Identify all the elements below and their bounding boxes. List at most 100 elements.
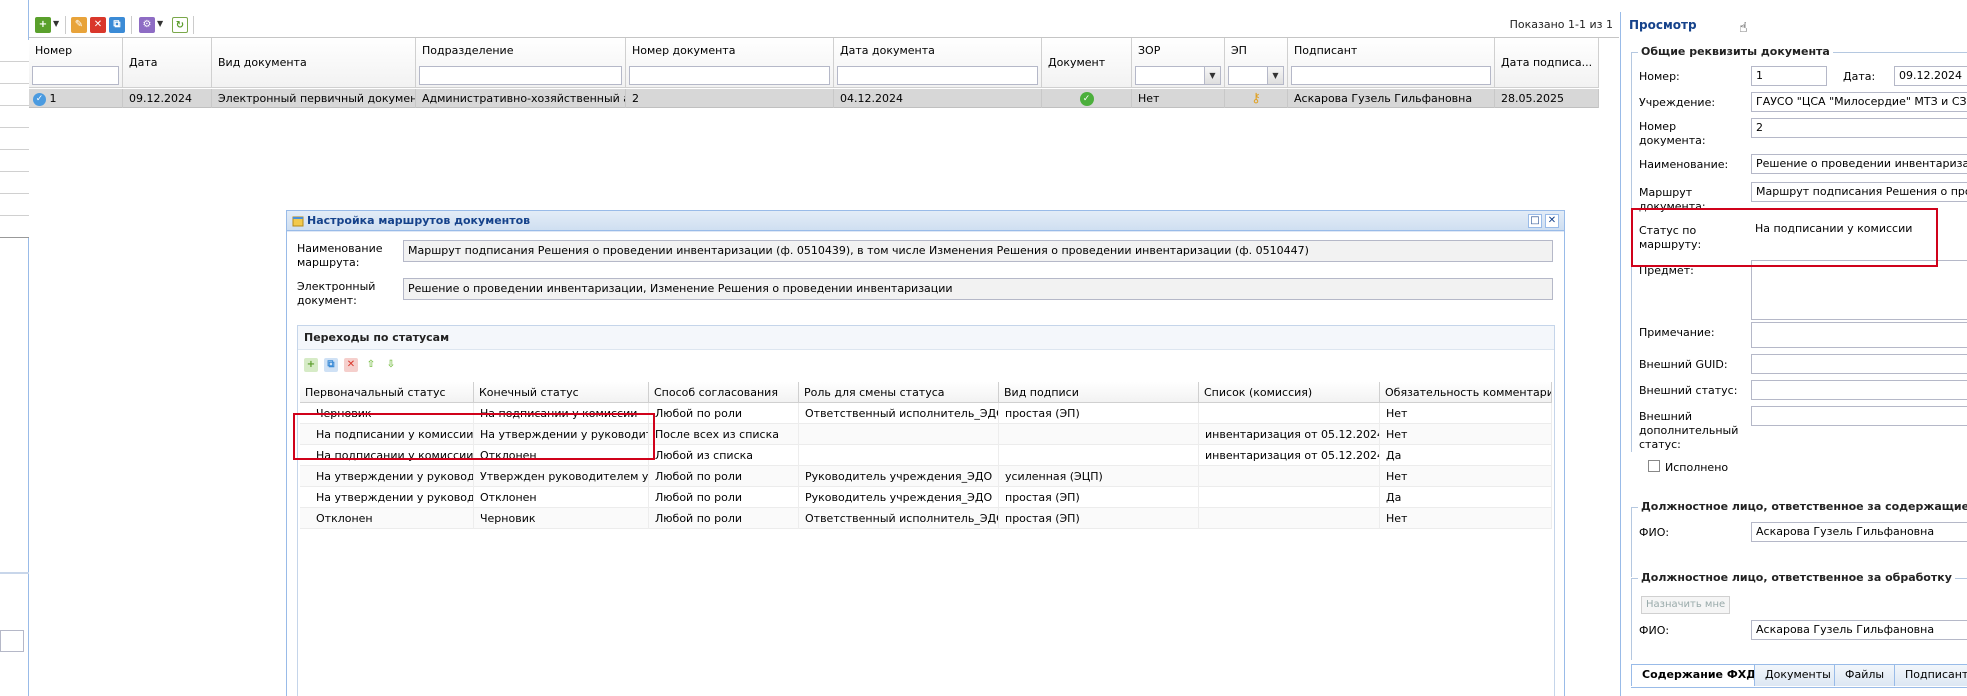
cell-sign-type: простая (ЭП) [999,508,1199,529]
column-header-ep[interactable]: ЭП ▼ [1225,38,1288,88]
tab-signers[interactable]: Подписанты [1894,664,1967,686]
tab-documents[interactable]: Документы [1754,664,1842,686]
filter-signer-input[interactable] [1291,66,1491,85]
table-row[interactable]: На утверждении у руководи... Отклонен Лю… [300,487,1552,508]
nav-search-input[interactable] [0,630,24,652]
filter-doc-number-input[interactable] [629,66,830,85]
arrow-down-icon[interactable]: ⇩ [384,358,398,372]
tab-fhd-content[interactable]: Содержание ФХД [1631,664,1768,686]
column-label: Подразделение [422,44,514,57]
nav-row[interactable] [0,216,29,238]
nav-row[interactable] [0,40,29,62]
column-header-initial-status[interactable]: Первоначальный статус [300,382,474,403]
transitions-toolbar: + ⧉ ✕ ⇧ ⇩ [298,350,1554,380]
add-icon[interactable]: + [304,358,318,372]
copy-icon[interactable]: ⧉ [109,17,125,33]
nav-row[interactable] [0,62,29,84]
maximize-icon[interactable]: □ [1528,214,1542,228]
ext-add-status-field[interactable] [1751,406,1967,426]
column-header-doc-type[interactable]: Вид документа [212,38,416,88]
check-circle-icon[interactable]: ✓ [1079,92,1094,106]
institution-label: Учреждение: [1639,96,1716,109]
cell-approval-method: Любой по роли [649,487,799,508]
close-icon[interactable]: ✕ [1545,214,1559,228]
nav-row[interactable] [0,194,29,216]
table-row[interactable]: ✓ 1 09.12.2024 Электронный первичный док… [29,89,1599,108]
left-nav-strip [0,0,29,696]
column-header-doc-date[interactable]: Дата документа [834,38,1042,88]
row-ep-cell: ⚷ [1225,89,1288,108]
note-textarea[interactable] [1751,322,1967,348]
column-header-comment-required[interactable]: Обязательность комментария [1380,382,1552,403]
table-row[interactable]: Отклонен Черновик Любой по роли Ответств… [300,508,1552,529]
edit-icon[interactable]: ✎ [71,17,87,33]
row-doc-date: 04.12.2024 [834,89,1042,108]
chevron-down-icon[interactable]: ▼ [53,19,59,28]
ext-guid-field[interactable] [1751,354,1967,374]
column-header-approval-method[interactable]: Способ согласования [649,382,799,403]
fio2-field[interactable]: Аскарова Гузель Гильфановна [1751,620,1967,640]
checked-circle-icon[interactable]: ✓ [33,92,46,106]
name-field[interactable]: Решение о проведении инвентаризации [1751,154,1967,174]
filter-ep-select[interactable]: ▼ [1228,66,1284,85]
note-label: Примечание: [1639,326,1715,339]
cell-comment-required: Да [1380,445,1552,466]
highlight-status-box [1631,208,1938,267]
column-header-doc-number[interactable]: Номер документа [626,38,834,88]
done-checkbox[interactable] [1648,460,1660,472]
column-header-date[interactable]: Дата [123,38,212,88]
route-field[interactable]: Маршрут подписания Решения о прове [1751,182,1967,202]
column-header-zor[interactable]: ЗОР ▼ [1132,38,1225,88]
transitions-header: Переходы по статусам [298,326,1554,350]
nav-row[interactable] [0,150,29,172]
edoc-field[interactable]: Решение о проведении инвентаризации, Изм… [403,278,1553,300]
assign-me-button[interactable]: Назначить мне [1641,596,1731,614]
nav-row[interactable] [0,106,29,128]
arrow-up-icon[interactable]: ⇧ [364,358,378,372]
toolbar-divider [131,16,132,34]
column-header-number[interactable]: Номер [29,38,123,88]
cell-initial-status: Отклонен [300,508,474,529]
filter-doc-date-input[interactable] [837,66,1038,85]
table-row[interactable]: На утверждении у руководи... Утвержден р… [300,466,1552,487]
ext-status-field[interactable] [1751,380,1967,400]
row-zor: Нет [1132,89,1225,108]
chevron-down-icon[interactable]: ▼ [1204,67,1220,84]
settings-icon[interactable]: ⚙ [139,17,155,33]
add-icon[interactable]: + [35,17,51,33]
institution-field[interactable]: ГАУСО "ЦСА "Милосердие" МТЗ и СЗ РТ [1751,92,1967,112]
chevron-down-icon[interactable]: ▼ [157,19,163,28]
dialog-titlebar[interactable]: Настройка маршрутов документов □ ✕ [287,211,1564,231]
column-header-sign-date[interactable]: Дата подписа... [1495,38,1599,88]
date-field[interactable]: 09.12.2024 [1894,66,1967,86]
route-name-field[interactable]: Маршрут подписания Решения о проведении … [403,240,1553,262]
done-label: Исполнено [1665,461,1729,474]
delete-icon[interactable]: ✕ [90,17,106,33]
tab-files[interactable]: Файлы [1834,664,1896,686]
copy-icon[interactable]: ⧉ [324,358,338,372]
number-field[interactable]: 1 [1751,66,1827,86]
nav-row[interactable] [0,128,29,150]
column-header-signer[interactable]: Подписант [1288,38,1495,88]
nav-row[interactable] [0,84,29,106]
delete-icon[interactable]: ✕ [344,358,358,372]
column-header-final-status[interactable]: Конечный статус [474,382,649,403]
filter-department-input[interactable] [419,66,622,85]
column-header-department[interactable]: Подразделение [416,38,626,88]
filter-zor-select[interactable]: ▼ [1135,66,1221,85]
column-header-document[interactable]: Документ [1042,38,1132,88]
column-header-role[interactable]: Роль для смены статуса [799,382,999,403]
column-header-sign-type[interactable]: Вид подписи [999,382,1199,403]
column-label: Номер документа [632,44,736,57]
subject-textarea[interactable] [1751,260,1967,320]
chevron-down-icon[interactable]: ▼ [1267,67,1283,84]
nav-row[interactable] [0,172,29,194]
cell-role: Ответственный исполнитель_ЭДО [799,403,999,424]
doc-number-field[interactable]: 2 [1751,118,1967,138]
filter-number-input[interactable] [32,66,119,85]
fio-field[interactable]: Аскарова Гузель Гильфановна [1751,522,1967,542]
key-icon[interactable]: ⚷ [1251,91,1261,106]
refresh-icon[interactable]: ↻ [172,17,188,33]
cell-final-status: Утвержден руководителем уч... [474,466,649,487]
column-header-commission-list[interactable]: Список (комиссия) [1199,382,1380,403]
